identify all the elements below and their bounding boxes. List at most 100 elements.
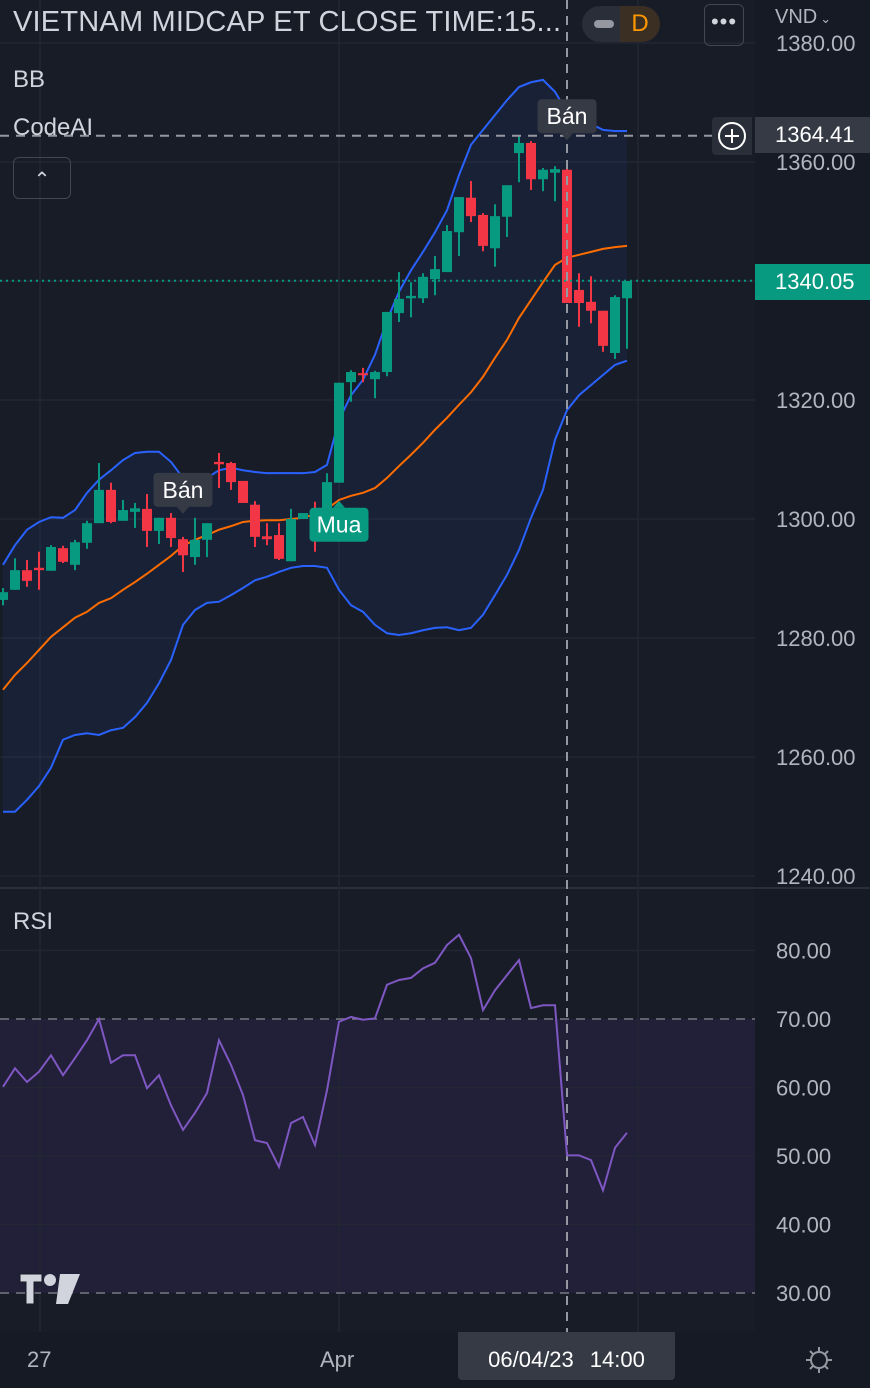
candle-body (286, 519, 296, 562)
interval-button[interactable]: D (620, 6, 660, 42)
rsi-tick-label: 40.00 (776, 1213, 831, 1238)
candle-body (298, 513, 308, 519)
crosshair-time-tag: 06/04/23 14:00 (458, 1332, 675, 1380)
rsi-tick-label: 30.00 (776, 1281, 831, 1306)
candle-body (598, 310, 608, 346)
candle-body (58, 548, 68, 562)
candle-body (238, 480, 248, 503)
candle-body (358, 373, 368, 376)
crosshair-price-tag: 1364.41 (755, 117, 870, 153)
candle-body (610, 297, 620, 353)
price-tick-label: 1260.00 (776, 745, 856, 770)
candle-body (178, 539, 188, 556)
candle-body (118, 510, 128, 521)
candle-body (394, 298, 404, 314)
rsi-tick-label: 50.00 (776, 1144, 831, 1169)
legend-rsi[interactable]: RSI (13, 908, 53, 936)
plus-circle-icon (718, 122, 746, 150)
signal-text: Mua (317, 512, 362, 538)
candle-body (550, 169, 560, 173)
candle-body (202, 523, 212, 540)
interval-toggle[interactable]: D (582, 6, 660, 42)
candle-body (382, 311, 392, 373)
candle-body (262, 536, 272, 540)
time-label-apr: Apr (320, 1347, 355, 1372)
price-tick-label: 1240.00 (776, 864, 856, 889)
tradingview-logo[interactable] (18, 1272, 82, 1306)
candle (298, 513, 308, 519)
chevron-down-icon: ⌄ (820, 11, 832, 26)
add-alert-button[interactable] (712, 117, 752, 155)
last-price-tag: 1340.05 (755, 264, 870, 300)
candle-body (322, 482, 332, 509)
currency-label: VND (775, 6, 818, 28)
candle-body (154, 517, 164, 531)
candle-body (214, 461, 224, 465)
candle-body (574, 289, 584, 304)
candle (58, 545, 68, 564)
candle (442, 225, 452, 273)
candle-body (514, 142, 524, 154)
candle-body (478, 214, 488, 246)
symbol-title[interactable]: VIETNAM MIDCAP ET CLOSE TIME:15... (13, 6, 561, 39)
candle-body (106, 489, 116, 522)
legend-bb[interactable]: BB (13, 66, 45, 94)
candle-body (226, 463, 236, 483)
rsi-tick-label: 60.00 (776, 1076, 831, 1101)
candle-body (466, 197, 476, 217)
candle-body (370, 372, 380, 380)
candle-body (46, 546, 56, 571)
candle-body (586, 301, 596, 311)
candle (334, 382, 344, 483)
candle-body (454, 197, 464, 233)
currency-selector[interactable]: VND ⌄ (775, 6, 831, 29)
candle-body (190, 539, 200, 558)
candle-body (538, 169, 548, 180)
candle (382, 311, 392, 377)
candle-body (166, 517, 176, 539)
candle (46, 545, 56, 571)
settings-icon[interactable] (804, 1345, 834, 1375)
price-tick-label: 1360.00 (776, 150, 856, 175)
crosshair-time: 14:00 (589, 1347, 645, 1372)
chart-canvas[interactable]: 1380.001360.001340.001320.001300.001280.… (0, 0, 870, 1382)
candle-body (334, 382, 344, 483)
price-tick-label: 1380.00 (776, 31, 856, 56)
candle (598, 310, 608, 352)
candle-body (562, 169, 572, 304)
candle-body (22, 570, 32, 581)
candle-body (346, 372, 356, 383)
collapse-legend-button[interactable]: ⌃ (13, 157, 71, 199)
candle-body (70, 542, 80, 565)
candle-body (94, 489, 104, 524)
candle-body (0, 592, 8, 600)
price-tick-label: 1280.00 (776, 626, 856, 651)
candle (238, 480, 248, 503)
candle-body (130, 508, 140, 512)
price-tick-label: 1320.00 (776, 388, 856, 413)
candle-body (274, 535, 284, 559)
chevron-up-icon: ⌃ (33, 169, 51, 191)
more-options-button[interactable]: ••• (704, 4, 744, 46)
rsi-tick-label: 80.00 (776, 939, 831, 964)
crosshair-date: 06/04/23 (488, 1347, 574, 1372)
time-label-27: 27 (27, 1347, 52, 1372)
signal-text: Bán (163, 477, 204, 503)
candle-body (442, 231, 452, 273)
candle (478, 213, 488, 252)
candle-body (490, 216, 500, 249)
price-tick-label: 1300.00 (776, 507, 856, 532)
candle-body (10, 570, 20, 590)
rsi-tick-label: 70.00 (776, 1007, 831, 1032)
minus-icon (594, 20, 614, 28)
signal-text: Bán (547, 103, 588, 129)
candle (610, 295, 620, 359)
candle-body (622, 281, 632, 299)
candle-body (142, 508, 152, 531)
candle-body (82, 523, 92, 543)
candle-body (34, 567, 44, 571)
candle-body (526, 142, 536, 180)
candle-body (430, 269, 440, 280)
candle-body (250, 504, 260, 537)
legend-codeai[interactable]: CodeAI (13, 114, 93, 142)
